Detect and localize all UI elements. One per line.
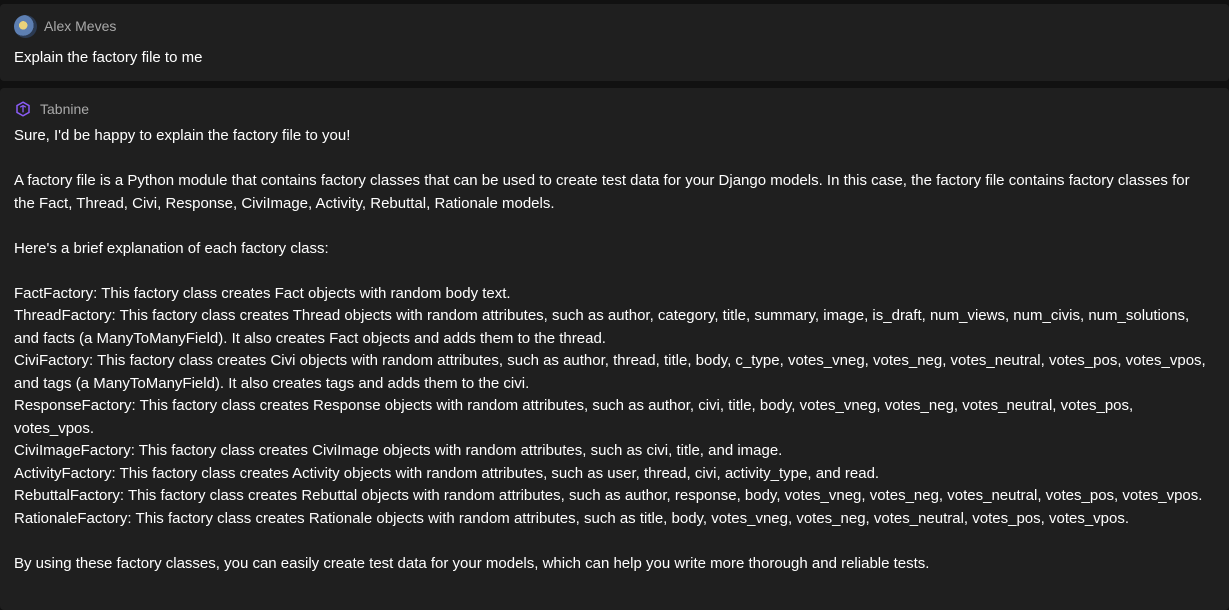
assistant-name: Tabnine [40, 101, 90, 117]
factory-item-civi: CiviFactory: This factory class creates … [14, 352, 1206, 392]
factory-item-thread: ThreadFactory: This factory class create… [14, 307, 1190, 347]
assistant-list-intro: Here's a brief explanation of each facto… [14, 239, 329, 257]
user-message: Alex Meves Explain the factory file to m… [0, 4, 1229, 81]
user-avatar [14, 14, 37, 38]
user-message-text: Explain the factory file to me [14, 49, 203, 66]
factory-item-rationale: RationaleFactory: This factory class cre… [14, 509, 1130, 527]
assistant-intro: Sure, I'd be happy to explain the factor… [14, 127, 351, 144]
tabnine-logo-icon [16, 101, 30, 117]
factory-item-activity: ActivityFactory: This factory class crea… [14, 464, 880, 482]
factory-item-fact: FactFactory: This factory class creates … [14, 284, 511, 302]
factory-item-rebuttal: RebuttalFactory: This factory class crea… [14, 487, 1203, 504]
assistant-message: Tabnine Sure, I'd be happy to explain th… [0, 88, 1229, 610]
assistant-message-body: Sure, I'd be happy to explain the factor… [14, 125, 1214, 575]
user-message-header: Alex Meves [14, 14, 116, 38]
assistant-conclusion: By using these factory classes, you can … [14, 554, 930, 572]
assistant-description: A factory file is a Python module that c… [14, 172, 1190, 212]
user-name: Alex Meves [44, 18, 117, 34]
factory-item-response: ResponseFactory: This factory class crea… [14, 397, 1134, 437]
factory-item-civi-image: CiviImageFactory: This factory class cre… [14, 442, 783, 459]
assistant-message-header: Tabnine [14, 97, 89, 121]
